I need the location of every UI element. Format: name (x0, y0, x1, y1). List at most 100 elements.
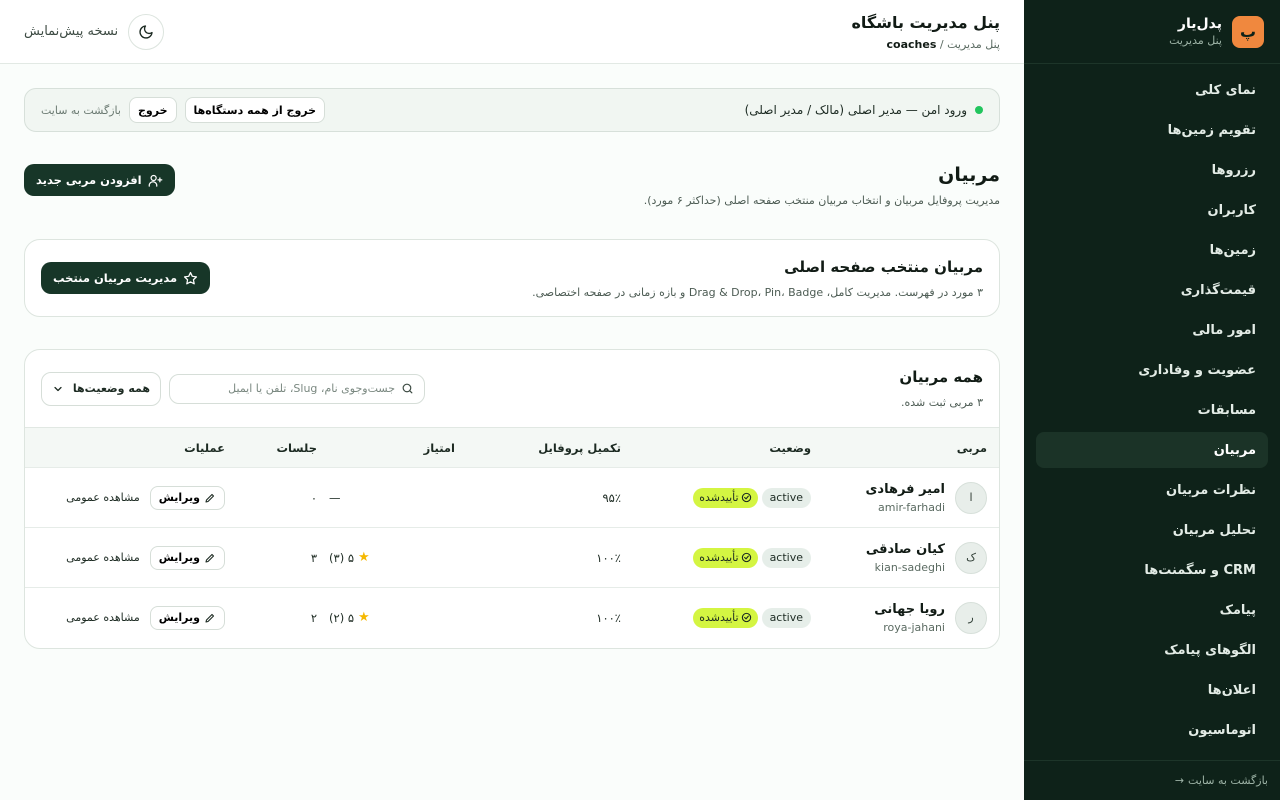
back-to-site-button[interactable]: بازگشت به سایت (41, 104, 121, 117)
sidebar-item-courts[interactable]: زمین‌ها (1036, 232, 1268, 268)
sessions-count: ۲ (310, 610, 317, 625)
sidebar-item-bookings[interactable]: رزروها (1036, 152, 1268, 188)
breadcrumb-root[interactable]: پنل مدیریت (947, 38, 1000, 51)
pencil-icon (205, 553, 215, 563)
public-view-link[interactable]: مشاهده عمومی (66, 551, 140, 564)
search-icon (402, 383, 413, 394)
column-profile[interactable]: تکمیل پروفایل (455, 428, 621, 468)
edit-label: ویرایش (158, 491, 200, 504)
page-title: پنل مدیریت باشگاه (851, 12, 1000, 32)
column-actions: عملیات (184, 440, 225, 455)
rating-cell: ★ ۵ (۲) (317, 610, 455, 625)
table-header-row: مربی وضعیت تکمیل پروفایل امتیاز جلسات عم… (25, 427, 999, 468)
sidebar-item-automation[interactable]: اتوماسیون (1036, 712, 1268, 748)
add-coach-label: افزودن مربی جدید (36, 173, 142, 187)
pencil-icon (205, 493, 215, 503)
all-coaches-card: همه مربیان ۳ مربی ثبت شده. همه وضعیت‌ها (24, 349, 1000, 649)
pencil-icon (205, 613, 215, 623)
star-icon: ★ (358, 550, 370, 565)
logout-all-devices-button[interactable]: خروج از همه دستگاه‌ها (184, 97, 326, 123)
status-badge: active (761, 547, 811, 568)
verified-badge: تأییدشده (693, 607, 758, 628)
sidebar-item-sms-templates[interactable]: الگوهای پیامک (1036, 632, 1268, 668)
avatar: ر (955, 601, 987, 634)
rating-value: — (329, 490, 341, 505)
star-icon: ★ (358, 610, 370, 626)
avatar: ا (955, 481, 987, 514)
back-to-site-label: بازگشت به سایت (1188, 774, 1268, 787)
secure-session-text: ورود امن — مدیر اصلی (مالک / مدیر اصلی) (744, 103, 967, 117)
sidebar-item-notifications[interactable]: اعلان‌ها (1036, 672, 1268, 708)
column-status[interactable]: وضعیت (621, 428, 811, 468)
sidebar-item-sms[interactable]: پیامک (1036, 592, 1268, 628)
sidebar-item-coach-analytics[interactable]: تحلیل مربیان (1036, 512, 1268, 548)
sidebar-item-court-calendar[interactable]: تقویم زمین‌ها (1036, 112, 1268, 148)
star-icon (184, 271, 198, 284)
coach-slug: roya-jahani (883, 620, 945, 634)
brand-subtitle: پنل مدیریت (1169, 34, 1222, 47)
sidebar-item-users[interactable]: کاربران (1036, 192, 1268, 228)
rating-value: ۵ (۳) (329, 550, 355, 565)
status-filter-select[interactable]: همه وضعیت‌ها (41, 371, 161, 406)
all-coaches-count: ۳ مربی ثبت شده. (900, 396, 983, 409)
sessions-count: ۰ (310, 490, 317, 505)
edit-coach-button[interactable]: ویرایش (149, 485, 225, 510)
search-input[interactable] (185, 382, 395, 395)
chevron-down-icon (54, 386, 62, 391)
verified-badge: تأییدشده (693, 547, 758, 568)
back-to-site-link[interactable]: بازگشت به سایت → (1024, 760, 1280, 800)
public-view-link[interactable]: مشاهده عمومی (66, 491, 140, 504)
column-sessions[interactable]: جلسات (225, 428, 317, 468)
column-coach[interactable]: مربی (811, 428, 999, 468)
profile-completion: ۱۰۰٪ (596, 610, 621, 625)
sidebar-item-pricing[interactable]: قیمت‌گذاری (1036, 272, 1268, 308)
sidebar-item-coach-reviews[interactable]: نظرات مربیان (1036, 472, 1268, 508)
edit-coach-button[interactable]: ویرایش (149, 545, 225, 570)
theme-toggle-button[interactable] (128, 13, 165, 50)
manage-featured-button[interactable]: مدیریت مربیان منتخب (41, 262, 211, 294)
rating-value: ۵ (۲) (329, 610, 355, 625)
sidebar-item-tournaments[interactable]: مسابقات (1036, 392, 1268, 428)
sidebar-item-finance[interactable]: امور مالی (1036, 312, 1268, 348)
moon-icon (139, 24, 153, 39)
coaches-table: مربی وضعیت تکمیل پروفایل امتیاز جلسات عم… (25, 427, 999, 648)
status-badge: active (761, 607, 811, 628)
coach-name: رویا جهانی (874, 601, 945, 617)
check-circle-icon (741, 552, 751, 563)
breadcrumb: پنل مدیریت / coaches (851, 38, 1000, 51)
featured-title: مربیان منتخب صفحه اصلی (784, 257, 983, 276)
profile-completion: ۹۵٪ (602, 490, 621, 505)
featured-coaches-card: مربیان منتخب صفحه اصلی ۳ مورد در فهرست. … (24, 239, 1000, 317)
coach-name: کیان صادقی (865, 541, 945, 557)
all-coaches-title: همه مربیان (899, 368, 983, 386)
profile-completion: ۱۰۰٪ (596, 550, 621, 565)
column-rating[interactable]: امتیاز (317, 428, 455, 468)
edit-coach-button[interactable]: ویرایش (149, 605, 225, 630)
sidebar-item-overview[interactable]: نمای کلی (1036, 72, 1268, 108)
sidebar-item-coaches[interactable]: مربیان (1036, 432, 1268, 468)
breadcrumb-separator: / (939, 37, 944, 51)
brand-logo: پ (1232, 15, 1264, 48)
verified-label: تأییدشده (699, 491, 739, 504)
public-view-link[interactable]: مشاهده عمومی (66, 611, 140, 624)
logout-button[interactable]: خروج (128, 97, 177, 123)
secure-session-bar: ورود امن — مدیر اصلی (مالک / مدیر اصلی) … (24, 88, 1000, 132)
table-row: ا امیر فرهادی amir-farhadi active تأییدش… (25, 467, 999, 528)
add-coach-button[interactable]: افزودن مربی جدید (24, 164, 175, 196)
coaches-description: مدیریت پروفایل مربیان و انتخاب مربیان من… (643, 194, 1000, 207)
status-badge: active (761, 487, 811, 508)
check-circle-icon (741, 613, 751, 623)
sidebar-item-membership[interactable]: عضویت و وفاداری (1036, 352, 1268, 388)
sessions-count: ۳ (310, 550, 317, 565)
rating-cell: ★ ۵ (۳) (317, 550, 455, 565)
main-content: پنل مدیریت باشگاه پنل مدیریت / coaches ن… (0, 0, 1024, 800)
featured-description: ۳ مورد در فهرست. مدیریت کامل، Drag & Dro… (532, 285, 983, 299)
manage-featured-label: مدیریت مربیان منتخب (53, 271, 178, 285)
user-plus-icon (148, 174, 162, 187)
breadcrumb-current: coaches (886, 37, 937, 51)
sidebar-item-crm[interactable]: CRM و سگمنت‌ها (1036, 552, 1268, 588)
sidebar-nav: نمای کلی تقویم زمین‌ها رزروها کاربران زم… (1024, 64, 1280, 748)
preview-label: نسخه پیش‌نمایش (24, 24, 119, 39)
verified-label: تأییدشده (699, 551, 739, 564)
coaches-section-header: مربیان مدیریت پروفایل مربیان و انتخاب مر… (24, 164, 1000, 207)
